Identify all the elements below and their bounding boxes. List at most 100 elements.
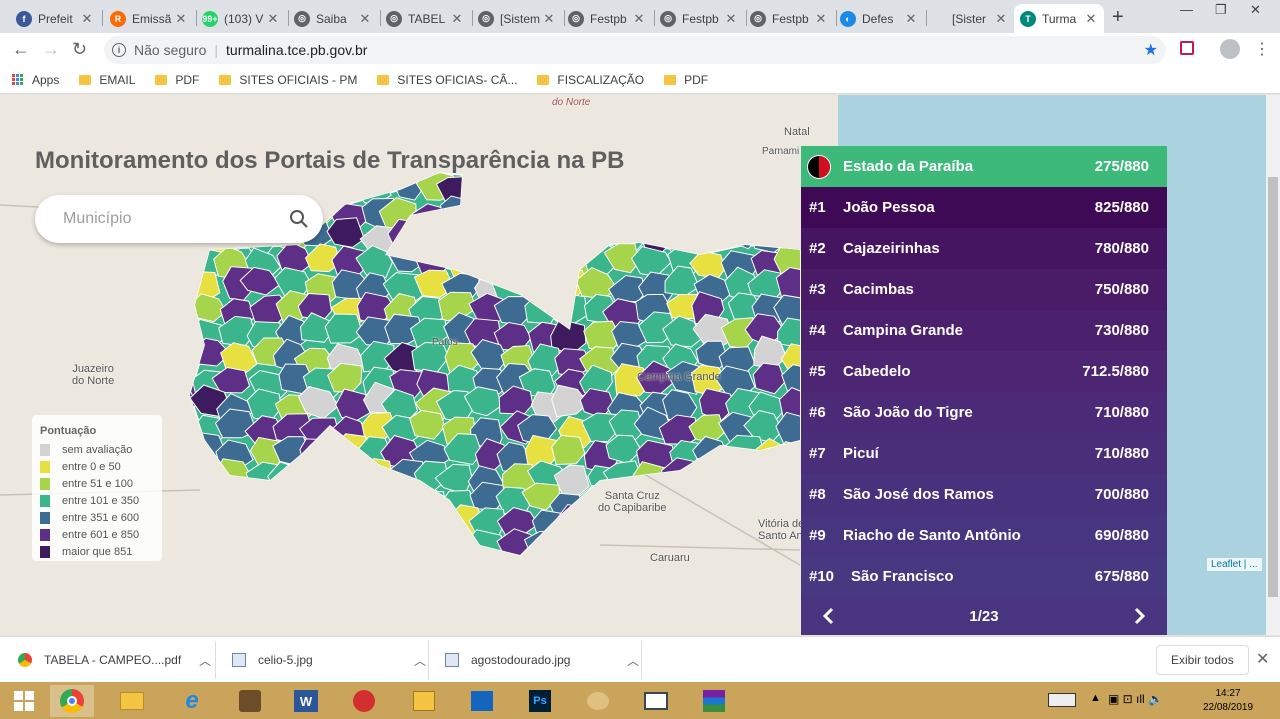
file-explorer-icon[interactable] bbox=[110, 685, 154, 717]
minimize-button[interactable]: — bbox=[1180, 2, 1193, 17]
municipality-polygon[interactable] bbox=[299, 438, 334, 472]
tab-close-icon[interactable]: ✕ bbox=[80, 11, 94, 27]
ranking-row[interactable]: #7 Picuí 710/880 bbox=[801, 433, 1167, 474]
upload-app-icon[interactable] bbox=[460, 685, 504, 717]
municipality-polygon[interactable] bbox=[244, 485, 287, 518]
taskbar-clock[interactable]: 14:27 22/08/2019 bbox=[1198, 687, 1258, 715]
municipality-polygon[interactable] bbox=[578, 175, 620, 209]
municipality-polygon[interactable] bbox=[665, 506, 707, 541]
municipality-polygon[interactable] bbox=[248, 529, 288, 559]
municipality-polygon[interactable] bbox=[188, 510, 226, 541]
chevron-up-icon[interactable]: ︿ bbox=[199, 652, 211, 669]
municipality-polygon[interactable] bbox=[753, 196, 788, 229]
municipality-polygon[interactable] bbox=[188, 531, 226, 564]
municipality-polygon[interactable] bbox=[643, 153, 678, 182]
download-item-agosto[interactable]: agostodourado.jpg ︿ bbox=[445, 637, 639, 683]
close-window-button[interactable]: ✕ bbox=[1250, 2, 1261, 18]
download-item-pdf[interactable]: TABELA - CAMPEO....pdf ︿ bbox=[18, 637, 211, 683]
ranking-row[interactable]: #8 São José dos Ramos 700/880 bbox=[801, 474, 1167, 515]
municipality-polygon[interactable] bbox=[748, 489, 787, 517]
new-tab-button[interactable]: + bbox=[1112, 6, 1124, 29]
ranking-row[interactable]: #3 Cacimbas 750/880 bbox=[801, 269, 1167, 310]
internet-explorer-icon[interactable]: e bbox=[170, 685, 214, 717]
municipality-polygon[interactable] bbox=[551, 175, 595, 206]
browser-tab[interactable]: ◎ Festpb ✕ bbox=[744, 4, 834, 33]
municipality-polygon[interactable] bbox=[694, 174, 732, 202]
pocket-extension-icon[interactable] bbox=[1180, 41, 1194, 55]
municipality-polygon[interactable] bbox=[494, 190, 534, 226]
municipality-polygon[interactable] bbox=[163, 264, 198, 300]
municipality-polygon[interactable] bbox=[160, 536, 196, 567]
municipality-polygon[interactable] bbox=[690, 539, 730, 565]
tab-close-icon[interactable]: ✕ bbox=[724, 11, 738, 27]
municipality-polygon[interactable] bbox=[353, 484, 396, 516]
window-app-icon[interactable] bbox=[634, 685, 678, 717]
municipality-polygon[interactable] bbox=[496, 216, 533, 248]
municipality-polygon[interactable] bbox=[470, 200, 510, 232]
municipality-polygon[interactable] bbox=[304, 530, 340, 565]
municipality-polygon[interactable] bbox=[521, 221, 560, 252]
municipality-polygon[interactable] bbox=[604, 196, 643, 228]
municipality-polygon[interactable] bbox=[550, 531, 590, 562]
municipality-polygon[interactable] bbox=[750, 179, 791, 208]
municipality-polygon[interactable] bbox=[720, 535, 755, 568]
download-item-celio[interactable]: celio-5.jpg ︿ bbox=[232, 637, 426, 683]
municipality-polygon[interactable] bbox=[327, 507, 363, 536]
municipality-polygon[interactable] bbox=[524, 293, 558, 325]
municipality-polygon[interactable] bbox=[686, 511, 727, 538]
municipality-polygon[interactable] bbox=[167, 463, 204, 499]
bookmark-apps[interactable]: Apps bbox=[12, 73, 59, 87]
app-folder-icon[interactable] bbox=[402, 685, 446, 717]
browser-tab[interactable]: ◎ Festpb ✕ bbox=[654, 4, 744, 33]
search-icon[interactable] bbox=[289, 209, 309, 229]
page-scrollbar[interactable] bbox=[1266, 95, 1280, 635]
address-bar[interactable]: i Não seguro | turmalina.tce.pb.gov.br ★ bbox=[104, 36, 1166, 64]
municipality-polygon[interactable] bbox=[332, 171, 366, 203]
municipality-polygon[interactable] bbox=[158, 294, 198, 329]
municipality-polygon[interactable] bbox=[694, 201, 730, 231]
municipality-polygon[interactable] bbox=[668, 151, 707, 183]
municipality-polygon[interactable] bbox=[749, 460, 789, 493]
municipality-polygon[interactable] bbox=[668, 488, 705, 516]
municipality-polygon[interactable] bbox=[277, 512, 315, 547]
municipality-polygon[interactable] bbox=[694, 150, 735, 179]
chrome-taskbar-icon[interactable] bbox=[50, 685, 94, 717]
profile-avatar[interactable] bbox=[1220, 39, 1240, 59]
municipality-polygon[interactable] bbox=[723, 219, 760, 250]
municipality-polygon[interactable] bbox=[611, 173, 655, 203]
municipality-polygon[interactable] bbox=[322, 535, 364, 562]
bookmark-sites-camara[interactable]: SITES OFICIAS- CÂ... bbox=[377, 73, 517, 87]
windows-start-icon[interactable] bbox=[2, 685, 46, 717]
browser-tab[interactable]: ◐ Defes ✕ bbox=[834, 4, 924, 33]
chevron-left-icon[interactable] bbox=[821, 607, 835, 625]
municipality-polygon[interactable] bbox=[413, 503, 450, 538]
municipality-polygon[interactable] bbox=[688, 485, 729, 518]
ranking-row[interactable]: #10 São Francisco 675/880 bbox=[801, 556, 1167, 597]
municipality-polygon[interactable] bbox=[476, 225, 509, 256]
municipality-polygon[interactable] bbox=[611, 535, 651, 567]
browser-tab[interactable]: 99+ (103) V ✕ bbox=[196, 4, 286, 33]
tray-icons[interactable]: ▣ ⊡ ıll 🔈 bbox=[1108, 692, 1163, 706]
paint-app-icon[interactable] bbox=[342, 685, 386, 717]
ranking-row[interactable]: #9 Riacho de Santo Antônio 690/880 bbox=[801, 515, 1167, 556]
browser-tab[interactable]: ◎ Festpb ✕ bbox=[562, 4, 652, 33]
bookmark-pdf[interactable]: PDF bbox=[155, 73, 199, 87]
municipality-polygon[interactable] bbox=[358, 512, 398, 543]
maximize-button[interactable]: ❐ bbox=[1215, 2, 1227, 18]
municipality-polygon[interactable] bbox=[639, 173, 673, 205]
municipality-polygon[interactable] bbox=[164, 340, 200, 373]
tab-close-icon[interactable]: ✕ bbox=[450, 11, 464, 27]
municipality-polygon[interactable] bbox=[636, 199, 677, 234]
municipality-polygon[interactable] bbox=[723, 482, 763, 511]
tab-close-icon[interactable]: ✕ bbox=[994, 11, 1008, 27]
municipality-polygon[interactable] bbox=[354, 533, 391, 561]
chevron-up-icon[interactable]: ︿ bbox=[627, 652, 639, 669]
bookmark-fiscalizacao[interactable]: FISCALIZAÇÃO bbox=[537, 73, 644, 87]
tray-expand-icon[interactable]: ▲ bbox=[1090, 692, 1101, 704]
municipality-polygon[interactable] bbox=[303, 507, 340, 540]
municipality-polygon[interactable] bbox=[160, 241, 199, 273]
municipality-polygon[interactable] bbox=[211, 512, 251, 543]
browser-tab[interactable]: ◎ TABEL ✕ bbox=[380, 4, 470, 33]
browser-tab[interactable]: R Emissã ✕ bbox=[104, 4, 194, 33]
municipality-polygon[interactable] bbox=[385, 535, 419, 567]
